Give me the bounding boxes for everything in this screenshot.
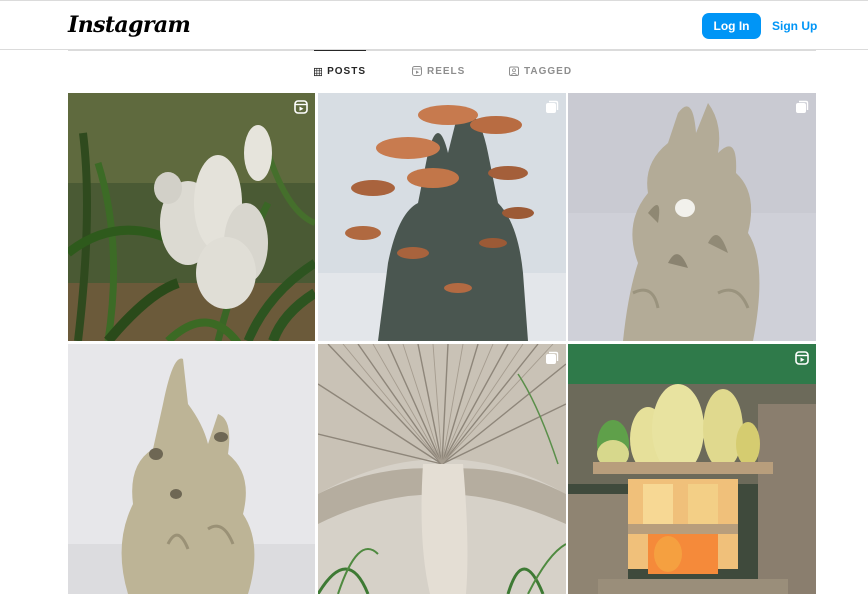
post-thumbnail[interactable] bbox=[318, 93, 566, 341]
post-thumbnail[interactable] bbox=[318, 344, 566, 594]
tab-posts-label: POSTS bbox=[327, 66, 366, 77]
reel-icon bbox=[795, 351, 809, 365]
post-image bbox=[568, 344, 816, 594]
post-thumbnail[interactable] bbox=[568, 93, 816, 341]
tab-posts[interactable]: POSTS bbox=[314, 50, 366, 92]
tab-tagged[interactable]: TAGGED bbox=[509, 50, 572, 92]
carousel-icon bbox=[796, 100, 809, 113]
post-thumbnail[interactable] bbox=[568, 344, 816, 594]
post-image bbox=[68, 93, 315, 341]
tab-reels[interactable]: REELS bbox=[412, 50, 465, 92]
top-navigation-bar: Instagram Log In Sign Up bbox=[0, 0, 868, 50]
carousel-icon bbox=[546, 351, 559, 364]
post-thumbnail[interactable] bbox=[68, 93, 315, 341]
post-image bbox=[318, 344, 566, 594]
sign-up-button[interactable]: Sign Up bbox=[772, 13, 817, 39]
post-image bbox=[318, 93, 566, 341]
grid-icon bbox=[314, 67, 323, 76]
reels-icon bbox=[412, 66, 422, 76]
post-thumbnail[interactable] bbox=[68, 344, 315, 594]
tab-reels-label: REELS bbox=[427, 65, 466, 77]
posts-grid bbox=[68, 93, 816, 594]
reel-icon bbox=[294, 100, 308, 114]
post-image bbox=[68, 344, 315, 594]
post-image bbox=[568, 93, 816, 341]
instagram-logo[interactable]: Instagram bbox=[68, 12, 191, 38]
tagged-icon bbox=[509, 66, 519, 76]
tab-tagged-label: TAGGED bbox=[524, 65, 573, 77]
log-in-button[interactable]: Log In bbox=[702, 13, 761, 39]
profile-tab-bar: POSTS REELS TAGGED bbox=[68, 50, 816, 92]
carousel-icon bbox=[546, 100, 559, 113]
